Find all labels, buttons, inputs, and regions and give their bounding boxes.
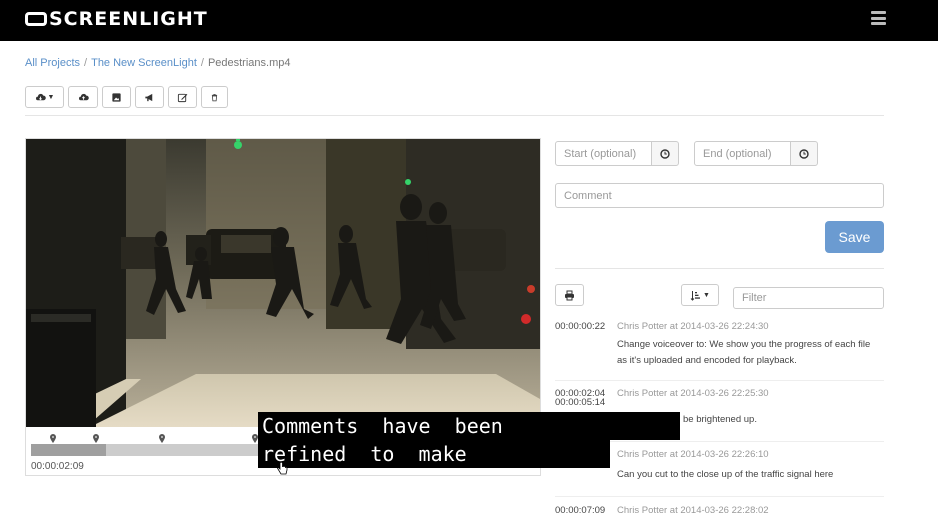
file-toolbar: ▼	[25, 86, 228, 108]
image-icon	[112, 92, 121, 102]
clock-icon	[799, 148, 809, 159]
form-divider	[555, 268, 884, 269]
print-icon	[565, 290, 574, 300]
breadcrumb-all-projects[interactable]: All Projects	[25, 57, 80, 69]
pedestrians-video-image	[26, 139, 540, 427]
comment-marker-icon[interactable]	[92, 434, 100, 443]
sort-dropdown-button[interactable]: ▼	[681, 284, 719, 306]
comment-divider	[555, 380, 884, 381]
comment-timecode[interactable]: 00:00:00:22	[555, 321, 605, 332]
breadcrumb-project[interactable]: The New ScreenLight	[91, 57, 197, 69]
clock-icon	[660, 148, 670, 159]
breadcrumb-separator: /	[200, 57, 204, 69]
breadcrumb-separator: /	[84, 57, 88, 69]
sort-icon	[690, 290, 701, 301]
screenlight-logo[interactable]: SCREENLIGHT	[25, 8, 208, 30]
cloud-upload-icon	[78, 93, 89, 100]
cloud-download-icon	[35, 93, 46, 100]
logo-mark-icon	[25, 12, 47, 26]
logo-text: SCREENLIGHT	[49, 8, 208, 30]
download-dropdown-button[interactable]: ▼	[25, 86, 64, 108]
comment-author: Chris Potter at 2014-03-26 22:28:02	[617, 505, 769, 516]
save-button[interactable]: Save	[825, 221, 884, 253]
comment-author: Chris Potter at 2014-03-26 22:26:10	[617, 449, 769, 460]
edit-button[interactable]	[168, 86, 197, 108]
comment-author: Chris Potter at 2014-03-26 22:24:30	[617, 321, 769, 332]
comment-text: Can you cut to the close up of the traff…	[617, 469, 834, 480]
comment-input[interactable]: Comment	[555, 183, 884, 208]
toolbar-divider	[25, 115, 884, 116]
edit-icon	[177, 93, 188, 102]
thumbnail-button[interactable]	[102, 86, 131, 108]
hand-cursor-icon	[277, 462, 288, 475]
comment-author: Chris Potter at 2014-03-26 22:25:30	[617, 388, 769, 399]
start-time-set-button[interactable]	[651, 141, 679, 166]
top-navbar: SCREENLIGHT	[0, 0, 938, 41]
announce-button[interactable]	[135, 86, 164, 108]
hamburger-menu-icon[interactable]	[871, 11, 886, 25]
breadcrumb: All Projects / The New ScreenLight / Ped…	[25, 57, 290, 69]
comment-divider	[555, 496, 884, 497]
comment-timecode[interactable]: 00:00:07:09	[555, 505, 605, 516]
filter-input[interactable]: Filter	[733, 287, 884, 309]
end-time-input[interactable]: End (optional)	[694, 141, 791, 166]
upload-button[interactable]	[68, 86, 98, 108]
comment-marker-icon[interactable]	[158, 434, 166, 443]
trash-icon	[211, 93, 218, 101]
comment-timecode-end[interactable]: 00:00:05:14	[555, 397, 605, 408]
start-time-input[interactable]: Start (optional)	[555, 141, 652, 166]
end-time-set-button[interactable]	[790, 141, 818, 166]
timeline-progress	[31, 444, 106, 456]
comment-text: Change voiceover to: We show you the pro…	[617, 339, 871, 366]
caption-line-2: refined to make	[258, 440, 610, 468]
caption-line-1: Comments have been	[258, 412, 680, 440]
print-button[interactable]	[555, 284, 584, 306]
breadcrumb-current-file: Pedestrians.mp4	[207, 57, 291, 69]
delete-button[interactable]	[201, 86, 228, 108]
video-timecode: 00:00:02:09	[31, 461, 84, 472]
comment-marker-icon[interactable]	[49, 434, 57, 443]
video-frame[interactable]	[26, 139, 540, 427]
megaphone-icon	[145, 93, 153, 101]
